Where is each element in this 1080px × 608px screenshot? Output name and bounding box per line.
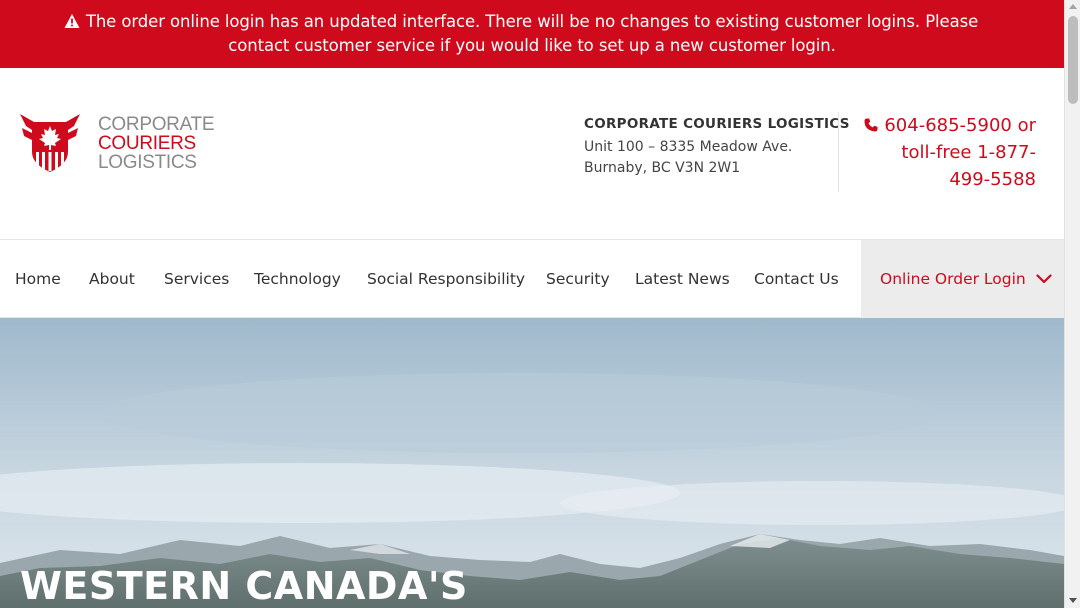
nav-item-home[interactable]: Home (15, 240, 61, 318)
phone-tollfree-line-2[interactable]: 499-5588 (860, 166, 1036, 193)
scrollbar-thumb[interactable] (1068, 16, 1078, 104)
logo-line-logistics: LOGISTICS (98, 151, 197, 173)
nav-item-latest-news[interactable]: Latest News (635, 240, 730, 318)
phone-icon (864, 118, 878, 132)
hero-title: WESTERN CANADA'S (20, 564, 468, 608)
phone-line-1: 604-685-5900 or (860, 112, 1036, 139)
online-order-login-dropdown[interactable]: Online Order Login (861, 240, 1064, 318)
nav-item-contact-us[interactable]: Contact Us (754, 240, 839, 318)
announcement-text: The order online login has an updated in… (85, 12, 979, 55)
hero-banner: WESTERN CANADA'S (0, 318, 1064, 608)
site-header: CORPORATE COURIERS LOGISTICS CORPORATE C… (0, 68, 1064, 240)
online-order-login-label: Online Order Login (880, 270, 1026, 288)
site-logo[interactable]: CORPORATE COURIERS LOGISTICS (20, 112, 215, 174)
warning-icon (64, 14, 80, 28)
nav-item-technology[interactable]: Technology (254, 240, 341, 318)
nav-item-social-responsibility[interactable]: Social Responsibility (367, 240, 525, 318)
address-city: Burnaby, BC V3N 2W1 (584, 160, 741, 176)
announcement-bar: The order online login has an updated in… (0, 0, 1064, 68)
company-address: CORPORATE COURIERS LOGISTICS Unit 100 – … (584, 114, 850, 179)
maple-leaf-shield-logo (20, 114, 80, 172)
page-scrollbar[interactable] (1064, 0, 1080, 608)
logo-wordmark: CORPORATE COURIERS LOGISTICS (98, 113, 215, 173)
address-street: Unit 100 – 8335 Meadow Ave. (584, 139, 793, 155)
logo-line-couriers: COURIERS (98, 132, 196, 154)
phone-contact[interactable]: 604-685-5900 or toll-free 1-877- 499-558… (860, 112, 1036, 193)
chevron-down-icon (1036, 274, 1052, 284)
scroll-up-icon[interactable] (1069, 4, 1077, 9)
phone-tollfree-line-1[interactable]: toll-free 1-877- (860, 139, 1036, 166)
main-navigation: Home About Services Technology Social Re… (0, 239, 1064, 318)
phone-number-local[interactable]: 604-685-5900 or (884, 115, 1036, 136)
address-company-name: CORPORATE COURIERS LOGISTICS (584, 116, 850, 132)
nav-item-security[interactable]: Security (546, 240, 610, 318)
header-divider (838, 112, 839, 192)
nav-item-services[interactable]: Services (164, 240, 229, 318)
logo-line-corporate: CORPORATE (98, 113, 215, 135)
scroll-down-icon[interactable] (1069, 598, 1077, 603)
nav-item-about[interactable]: About (89, 240, 135, 318)
